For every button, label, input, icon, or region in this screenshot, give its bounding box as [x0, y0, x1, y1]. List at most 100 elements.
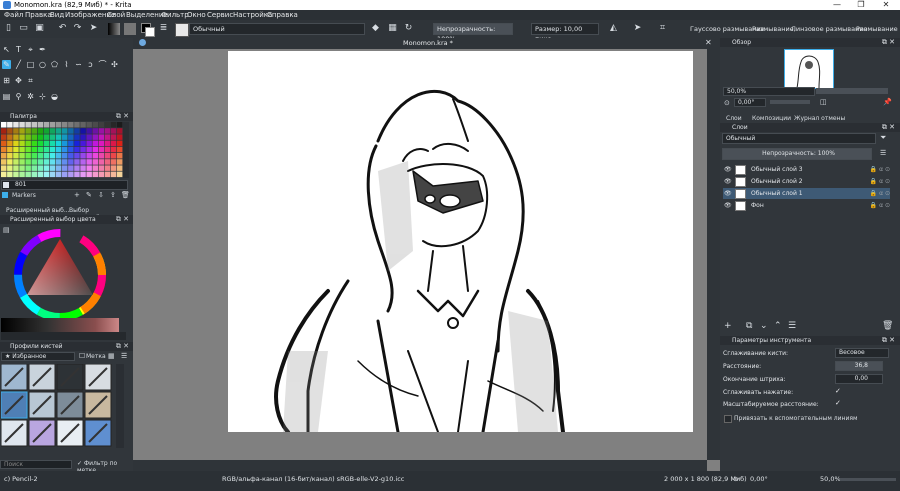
drawing-canvas[interactable] — [228, 51, 693, 434]
palette-swatch[interactable] — [104, 153, 111, 159]
palette-swatch[interactable] — [68, 146, 74, 153]
palette-swatch[interactable] — [104, 165, 111, 171]
freehand-path-icon[interactable]: ↄ — [86, 60, 95, 69]
palette-swatch[interactable] — [110, 165, 117, 171]
palette-swatch[interactable] — [104, 128, 111, 134]
palette-swatch[interactable] — [31, 146, 38, 153]
select-shape-icon[interactable]: ↖ — [2, 45, 11, 54]
palette-swatch[interactable] — [110, 153, 117, 159]
add-marker-icon[interactable]: + — [74, 191, 80, 199]
palette-name-field[interactable]: 801 — [1, 180, 128, 190]
palette-swatch[interactable] — [116, 122, 123, 128]
palette-swatch[interactable] — [110, 171, 117, 178]
palette-swatch[interactable] — [98, 122, 105, 128]
scalable-distance-checkbox[interactable]: ✓ — [835, 399, 841, 407]
overview-zoom-field[interactable]: 50,0% — [723, 87, 815, 96]
palette-swatch[interactable] — [25, 134, 31, 140]
palette-swatch[interactable] — [86, 146, 92, 153]
palette-swatch[interactable] — [55, 153, 62, 159]
palette-swatch[interactable] — [37, 128, 44, 134]
palette-swatch[interactable] — [1, 153, 7, 159]
palette-swatch[interactable] — [80, 159, 86, 165]
palette-swatch[interactable] — [62, 128, 68, 134]
palette-swatch[interactable] — [68, 122, 74, 128]
pressure-checkbox[interactable]: ✓ — [835, 387, 841, 395]
assistant-tool-icon[interactable]: ⊹ — [38, 92, 47, 101]
horizontal-scrollbar[interactable] — [133, 460, 707, 471]
preset-blur-2[interactable]: Размывание — [856, 25, 898, 33]
palette-swatch[interactable] — [110, 122, 117, 128]
cursor-icon[interactable]: ➤ — [88, 23, 99, 34]
palette-swatch[interactable] — [13, 171, 19, 178]
layer-row[interactable]: 👁 Фон 🔒 α ⊙ — [723, 200, 890, 211]
palette-swatch[interactable] — [80, 140, 86, 147]
overview-zoom-slider[interactable] — [816, 88, 888, 94]
palette-swatch[interactable] — [19, 153, 25, 159]
palette-swatch[interactable] — [37, 146, 44, 153]
palette-swatch[interactable] — [92, 122, 99, 128]
distance-input[interactable]: 36,8 — [835, 361, 883, 371]
overview-rotation-slider[interactable] — [770, 100, 810, 104]
close-tab-icon[interactable]: ✕ — [705, 38, 712, 47]
tab-compositions[interactable]: Композиции — [752, 115, 791, 122]
menu-view[interactable]: Вид — [50, 11, 64, 19]
palette-swatch[interactable] — [80, 146, 86, 153]
eye-icon[interactable]: 👁 — [724, 176, 732, 187]
reload-preset-icon[interactable]: ↻ — [403, 23, 414, 34]
palette-swatch[interactable] — [55, 134, 62, 140]
pin-icon[interactable]: 📌 — [883, 98, 892, 106]
redo-icon[interactable]: ↷ — [72, 23, 83, 34]
polygon-tool-icon[interactable]: ⬠ — [50, 60, 59, 69]
palette-swatch[interactable] — [116, 165, 123, 171]
palette-swatch[interactable] — [74, 153, 80, 159]
palette-swatch[interactable] — [68, 128, 74, 134]
palette-swatch[interactable] — [116, 134, 123, 140]
palette-swatch[interactable] — [49, 165, 56, 171]
palette-swatch[interactable] — [7, 140, 13, 147]
brush-search-input[interactable]: Поиск — [0, 460, 72, 469]
palette-swatch[interactable] — [98, 165, 105, 171]
float-close-icons[interactable]: ⧉ ✕ — [116, 342, 129, 351]
brush-grid-scrollbar[interactable] — [116, 364, 124, 448]
crop-icon[interactable]: ⌗ — [657, 23, 668, 34]
palette-swatch[interactable] — [1, 165, 7, 171]
palette-swatch[interactable] — [110, 128, 117, 134]
palette-swatch[interactable] — [116, 140, 123, 147]
palette-scrollbar[interactable] — [123, 122, 129, 178]
overview-rotation-field[interactable]: 0,00° — [734, 98, 766, 107]
palette-swatch[interactable] — [49, 122, 56, 128]
palette-swatch[interactable] — [25, 122, 31, 128]
palette-swatch[interactable] — [92, 171, 99, 178]
palette-swatch[interactable] — [7, 171, 13, 178]
move-tool-icon[interactable]: ✥ — [14, 76, 23, 85]
palette-swatch[interactable] — [92, 153, 99, 159]
palette-swatch[interactable] — [86, 153, 92, 159]
palette-swatch[interactable] — [98, 153, 105, 159]
layer-lock-alpha-icons[interactable]: 🔒 α ⊙ — [870, 188, 890, 199]
palette-swatch[interactable] — [37, 122, 44, 128]
new-document-icon[interactable]: ▯ — [3, 23, 14, 34]
grid-view-icon[interactable]: ▦ — [108, 352, 115, 360]
palette-swatch[interactable] — [43, 140, 50, 147]
gradient-swatch[interactable] — [108, 23, 120, 35]
palette-swatch[interactable] — [92, 146, 99, 153]
palette-swatch[interactable] — [74, 128, 80, 134]
palette-swatch[interactable] — [116, 153, 123, 159]
palette-swatch[interactable] — [1, 140, 7, 147]
eraser-icon[interactable]: ◆ — [370, 23, 381, 34]
palette-swatch[interactable] — [19, 122, 25, 128]
palette-swatch[interactable] — [62, 146, 68, 153]
pattern-swatch[interactable] — [124, 23, 136, 35]
palette-swatch[interactable] — [37, 134, 44, 140]
palette-swatch[interactable] — [43, 153, 50, 159]
palette-swatch[interactable] — [62, 122, 68, 128]
import-marker-icon[interactable]: ⇩ — [98, 191, 104, 199]
move-layer-down-icon[interactable]: ⌄ — [760, 321, 768, 331]
palette-swatch[interactable] — [13, 165, 19, 171]
palette-swatch[interactable] — [86, 165, 92, 171]
edit-marker-icon[interactable]: ✎ — [86, 191, 92, 199]
palette-swatch[interactable] — [25, 146, 31, 153]
assistants-checkbox[interactable] — [724, 415, 732, 423]
palette-swatch[interactable] — [43, 159, 50, 165]
palette-swatch[interactable] — [55, 140, 62, 147]
